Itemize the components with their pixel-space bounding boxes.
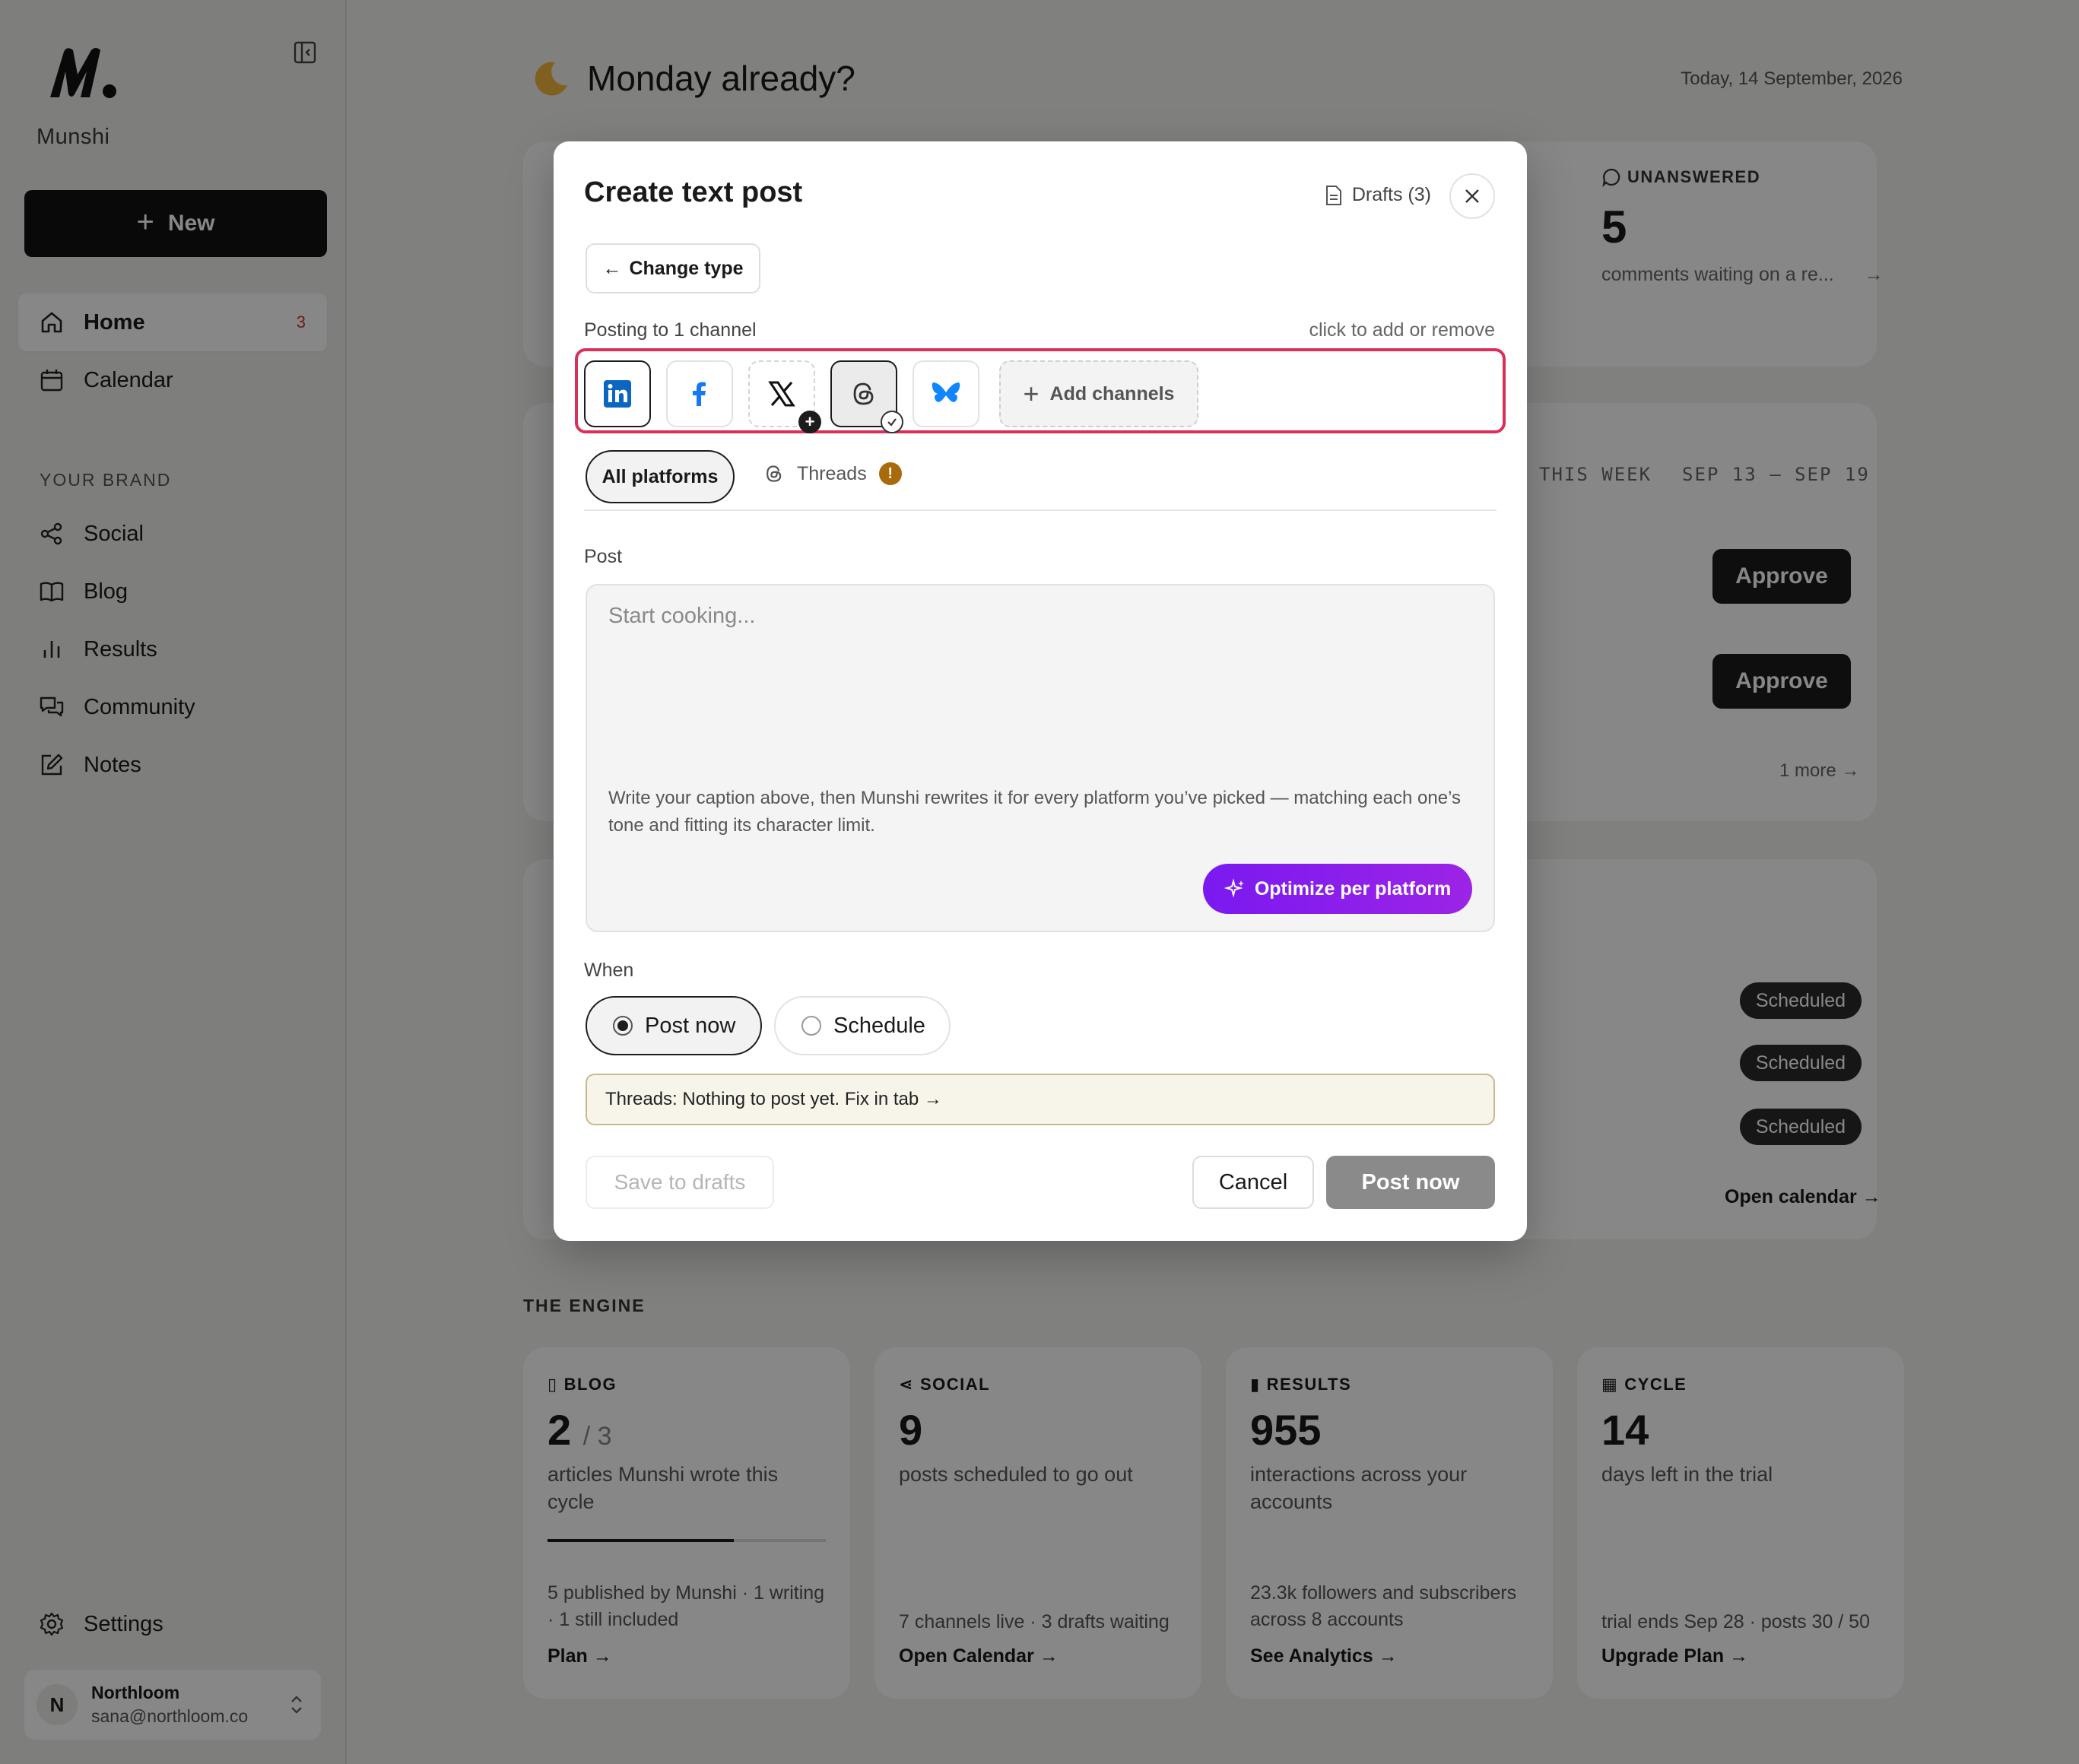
post-editor: Write your caption above, then Munshi re…: [586, 584, 1495, 932]
schedule-option[interactable]: Schedule: [774, 996, 951, 1055]
arrow-left-icon: ←: [602, 257, 622, 279]
posting-label: Posting to 1 channel: [584, 319, 757, 341]
close-icon: [1465, 189, 1479, 203]
save-to-drafts-button[interactable]: Save to drafts: [586, 1156, 774, 1209]
post-now-button[interactable]: Post now: [1326, 1156, 1495, 1209]
plus-icon: +: [1023, 378, 1040, 409]
drafts-button[interactable]: Drafts (3): [1325, 184, 1431, 206]
add-badge-icon: +: [798, 411, 821, 433]
add-channels-button[interactable]: + Add channels: [999, 360, 1198, 427]
channel-selector: + + Add channels: [575, 348, 1506, 433]
cancel-button[interactable]: Cancel: [1192, 1156, 1314, 1209]
change-type-button[interactable]: ← Change type: [586, 243, 760, 293]
threads-icon: [853, 382, 874, 405]
modal-title: Create text post: [584, 176, 803, 208]
when-label: When: [584, 960, 634, 981]
threads-notice[interactable]: Threads: Nothing to post yet. Fix in tab…: [586, 1074, 1495, 1125]
channel-hint: click to add or remove: [1309, 319, 1495, 341]
channel-linkedin[interactable]: [584, 360, 651, 427]
channel-facebook[interactable]: [666, 360, 733, 427]
sparkles-icon: [1224, 878, 1244, 898]
radio-empty-icon: [801, 1016, 821, 1036]
optimize-button[interactable]: Optimize per platform: [1203, 864, 1472, 914]
document-icon: [1325, 185, 1341, 205]
linkedin-icon: [604, 380, 631, 408]
close-button[interactable]: [1449, 173, 1495, 219]
check-badge-icon: [881, 411, 903, 433]
post-help-text: Write your caption above, then Munshi re…: [608, 788, 1461, 836]
facebook-icon: [693, 382, 706, 406]
post-textarea[interactable]: [608, 604, 1475, 771]
warning-icon: !: [878, 462, 902, 485]
threads-icon: [767, 465, 782, 482]
bluesky-icon: [932, 382, 960, 402]
tab-threads[interactable]: Threads !: [763, 462, 902, 485]
post-label: Post: [584, 546, 623, 567]
channel-threads[interactable]: [830, 360, 903, 433]
x-icon: [768, 381, 795, 407]
channel-bluesky[interactable]: [913, 360, 979, 427]
platform-tabs: All platforms Threads !: [584, 450, 1497, 511]
post-now-option[interactable]: Post now: [586, 996, 762, 1055]
create-post-modal: Create text post Drafts (3) ← Change typ…: [554, 141, 1527, 1241]
channel-x[interactable]: +: [748, 360, 821, 433]
tab-all-platforms[interactable]: All platforms: [586, 450, 735, 503]
radio-selected-icon: [613, 1016, 633, 1036]
